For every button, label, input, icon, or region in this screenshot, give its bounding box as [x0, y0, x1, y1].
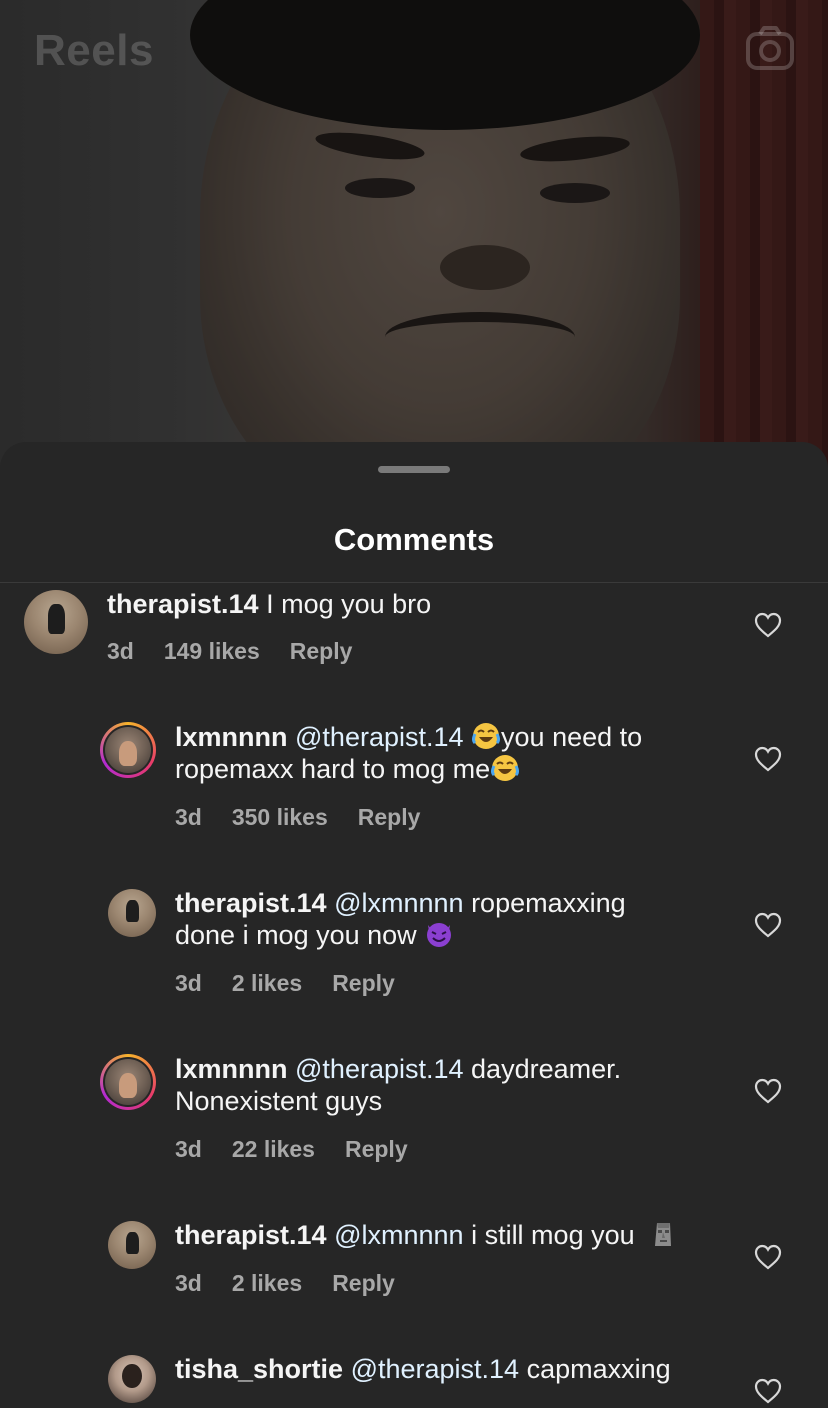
mention-link[interactable]: @therapist.14 [295, 1054, 464, 1084]
reply-button[interactable]: Reply [345, 1136, 408, 1162]
comment-meta: 3d 2 likes Reply [175, 970, 425, 997]
sheet-drag-handle[interactable] [378, 466, 450, 473]
comment-username[interactable]: tisha_shortie [175, 1354, 343, 1384]
heart-icon[interactable] [754, 1244, 782, 1270]
avatar[interactable] [108, 889, 156, 937]
moai-icon [655, 1223, 672, 1246]
reply-button[interactable]: Reply [290, 638, 353, 664]
reels-title: Reels [34, 26, 154, 75]
comments-sheet: Comments therapist.14 I mog you bro 3d 14… [0, 442, 828, 1408]
comment-meta: 3d 2 likes Reply [175, 1270, 425, 1297]
comment-meta: 3d 149 likes Reply [107, 638, 382, 665]
comment-age: 3d [175, 1270, 202, 1296]
comment-text: therapist.14 @lxmnnnn ropemaxxing done i… [175, 888, 626, 950]
avatar[interactable] [108, 1221, 156, 1269]
face-with-tears-of-joy-icon [472, 723, 501, 749]
reply-button[interactable]: Reply [332, 1270, 395, 1296]
comment-meta: 3d 350 likes Reply [175, 804, 450, 831]
camera-icon[interactable] [742, 22, 798, 78]
smiling-face-with-horns-icon [427, 923, 452, 947]
divider [0, 582, 828, 583]
comment-age: 3d [175, 1136, 202, 1162]
heart-icon[interactable] [754, 1378, 782, 1404]
comment-text: lxmnnnn @therapist.14 daydreamer. Nonexi… [175, 1054, 622, 1116]
comment-meta: 3d 22 likes Reply [175, 1136, 438, 1163]
likes-count[interactable]: 350 likes [232, 804, 328, 830]
comment-text: therapist.14 @lxmnnnn i still mog you [175, 1219, 735, 1251]
face-with-tears-of-joy-icon [491, 755, 520, 781]
heart-icon[interactable] [754, 1078, 782, 1104]
avatar[interactable] [24, 590, 88, 654]
likes-count[interactable]: 2 likes [232, 1270, 302, 1296]
comment-username[interactable]: lxmnnnn [175, 722, 288, 752]
likes-count[interactable]: 149 likes [164, 638, 260, 664]
mention-link[interactable]: @lxmnnnn [334, 1220, 463, 1250]
comment-text: tisha_shortie @therapist.14 capmaxxing [175, 1354, 671, 1384]
avatar[interactable] [105, 1059, 151, 1105]
reply-button[interactable]: Reply [358, 804, 421, 830]
comment-username[interactable]: therapist.14 [175, 1220, 327, 1250]
comment-age: 3d [175, 970, 202, 996]
comment-username[interactable]: lxmnnnn [175, 1054, 288, 1084]
comment-age: 3d [107, 638, 134, 664]
comment-username[interactable]: therapist.14 [175, 888, 327, 918]
likes-count[interactable]: 2 likes [232, 970, 302, 996]
comment-text: lxmnnnn @therapist.14 you need to ropema… [175, 722, 643, 784]
likes-count[interactable]: 22 likes [232, 1136, 315, 1162]
mention-link[interactable]: @therapist.14 [351, 1354, 520, 1384]
avatar[interactable] [108, 1355, 156, 1403]
mention-link[interactable]: @lxmnnnn [334, 888, 463, 918]
comment-text: therapist.14 I mog you bro [107, 589, 432, 619]
mention-link[interactable]: @therapist.14 [295, 722, 464, 752]
comment-age: 3d [175, 804, 202, 830]
sheet-title: Comments [333, 522, 495, 557]
avatar[interactable] [105, 727, 151, 773]
heart-icon[interactable] [754, 746, 782, 772]
heart-icon[interactable] [754, 912, 782, 938]
reply-button[interactable]: Reply [332, 970, 395, 996]
comment-username[interactable]: therapist.14 [107, 589, 259, 619]
heart-icon[interactable] [754, 612, 782, 638]
